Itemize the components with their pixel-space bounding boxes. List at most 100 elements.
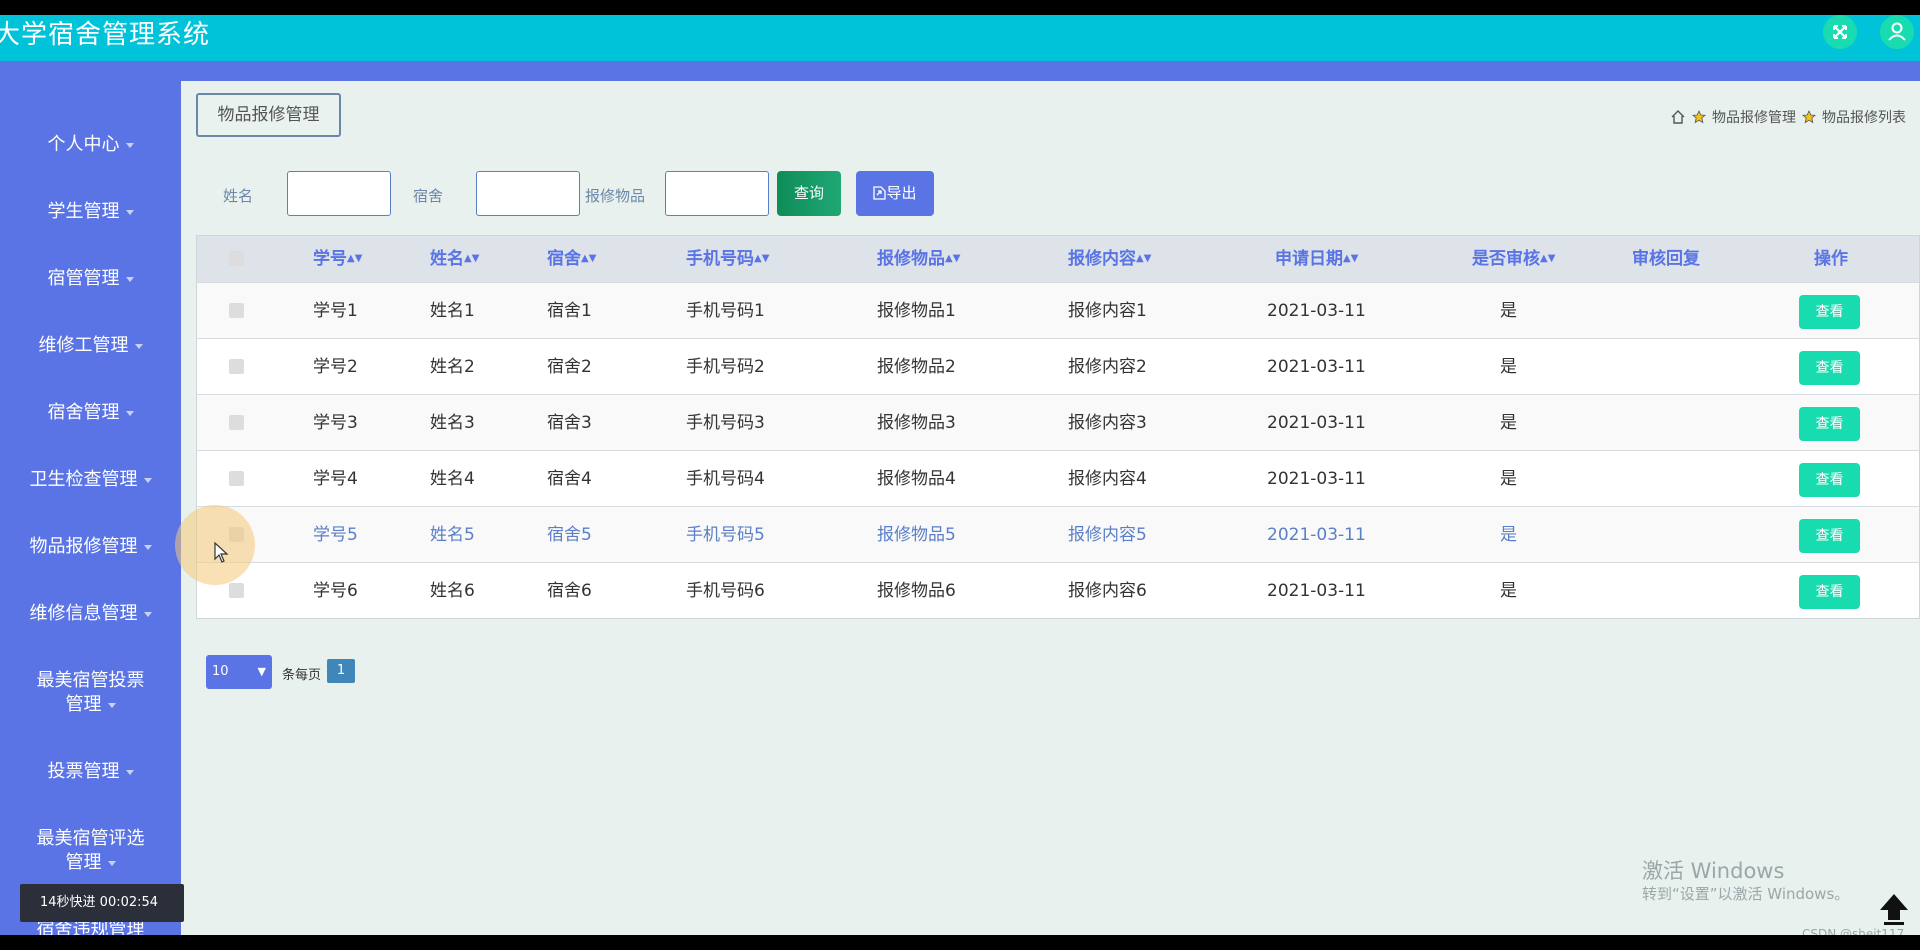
cell-phone: 手机号码1 <box>686 301 765 321</box>
breadcrumb-item[interactable]: 物品报修管理 <box>1712 107 1796 127</box>
app-window: 大学宿舍管理系统 个人中心 学生管理 宿管管理 维修工管理 宿舍管理 卫生检查管… <box>0 15 1920 935</box>
sidebar-item-label: 最美宿管投票管理 <box>36 670 145 715</box>
caret-down-icon <box>125 769 134 775</box>
view-button[interactable]: 查看 <box>1799 519 1860 553</box>
caret-down-icon <box>143 544 152 550</box>
page-number-button[interactable]: 1 <box>327 659 355 683</box>
cell-id: 学号6 <box>313 581 358 601</box>
sidebar-item-best-supervisor-vote[interactable]: 最美宿管投票管理 <box>0 669 181 717</box>
export-label: 导出 <box>886 184 917 202</box>
table-row[interactable]: 学号2 姓名2 宿舍2 手机号码2 报修物品2 报修内容2 2021-03-11… <box>197 338 1919 394</box>
row-checkbox[interactable] <box>229 583 244 598</box>
cell-approved: 是 <box>1500 581 1517 601</box>
row-checkbox[interactable] <box>229 415 244 430</box>
col-header-content[interactable]: 报修内容▲▼ <box>1068 236 1151 282</box>
cell-name: 姓名2 <box>430 357 475 377</box>
activation-watermark-sub: 转到“设置”以激活 Windows。 <box>1642 885 1850 903</box>
caret-down-icon <box>134 343 143 349</box>
top-header: 大学宿舍管理系统 <box>0 15 1920 61</box>
cell-approved: 是 <box>1500 413 1517 433</box>
cell-name: 姓名3 <box>430 413 475 433</box>
cell-name: 姓名5 <box>430 525 475 545</box>
cell-item: 报修物品2 <box>877 357 956 377</box>
item-filter-label: 报修物品 <box>585 187 646 205</box>
row-checkbox[interactable] <box>229 303 244 318</box>
page-size-select[interactable]: 10 ▼ <box>206 655 272 689</box>
view-button[interactable]: 查看 <box>1799 295 1860 329</box>
view-button[interactable]: 查看 <box>1799 463 1860 497</box>
row-checkbox[interactable] <box>229 359 244 374</box>
fullscreen-icon[interactable] <box>1823 15 1857 49</box>
header-subbar <box>0 61 1920 81</box>
user-icon[interactable] <box>1880 15 1914 49</box>
cell-content: 报修内容3 <box>1068 413 1147 433</box>
sidebar-item-repairmen[interactable]: 维修工管理 <box>0 334 181 358</box>
view-button[interactable]: 查看 <box>1799 575 1860 609</box>
cell-item: 报修物品4 <box>877 469 956 489</box>
caret-down-icon <box>125 410 134 416</box>
name-filter-input[interactable] <box>287 171 391 216</box>
cell-id: 学号5 <box>313 525 358 545</box>
table-row-hovered[interactable]: 学号5 姓名5 宿舍5 手机号码5 报修物品5 报修内容5 2021-03-11… <box>197 506 1919 562</box>
dorm-filter-label: 宿舍 <box>413 187 444 205</box>
sidebar-item-supervisors[interactable]: 宿管管理 <box>0 267 181 291</box>
view-button[interactable]: 查看 <box>1799 407 1860 441</box>
per-page-label: 条每页 <box>282 668 322 683</box>
table-row[interactable]: 学号1 姓名1 宿舍1 手机号码1 报修物品1 报修内容1 2021-03-11… <box>197 282 1919 338</box>
col-header-dorm[interactable]: 宿舍▲▼ <box>547 236 596 282</box>
sidebar-item-label: 卫生检查管理 <box>29 469 138 490</box>
dorm-filter-input[interactable] <box>476 171 580 216</box>
scroll-top-icon[interactable] <box>1876 890 1912 926</box>
sidebar-item-label: 物品报修管理 <box>29 536 138 557</box>
cell-content: 报修内容4 <box>1068 469 1147 489</box>
sidebar-item-label: 维修信息管理 <box>29 603 138 624</box>
star-icon <box>1692 110 1706 124</box>
col-header-approved[interactable]: 是否审核▲▼ <box>1472 236 1555 282</box>
cell-phone: 手机号码3 <box>686 413 765 433</box>
repair-table: 学号▲▼ 姓名▲▼ 宿舍▲▼ 手机号码▲▼ 报修物品▲▼ 报修内容▲▼ 申请日期… <box>196 235 1920 619</box>
cell-name: 姓名1 <box>430 301 475 321</box>
table-row[interactable]: 学号4 姓名4 宿舍4 手机号码4 报修物品4 报修内容4 2021-03-11… <box>197 450 1919 506</box>
cell-date: 2021-03-11 <box>1267 301 1366 321</box>
sidebar-item-students[interactable]: 学生管理 <box>0 200 181 224</box>
cell-date: 2021-03-11 <box>1267 525 1366 545</box>
table-row[interactable]: 学号6 姓名6 宿舍6 手机号码6 报修物品6 报修内容6 2021-03-11… <box>197 562 1919 618</box>
sidebar-item-hygiene[interactable]: 卫生检查管理 <box>0 468 181 492</box>
sidebar-item-label: 维修工管理 <box>38 335 129 356</box>
cell-date: 2021-03-11 <box>1267 413 1366 433</box>
col-header-phone[interactable]: 手机号码▲▼ <box>686 236 769 282</box>
export-button[interactable]: 导出 <box>856 171 934 216</box>
col-header-date[interactable]: 申请日期▲▼ <box>1275 236 1358 282</box>
cell-approved: 是 <box>1500 525 1517 545</box>
row-checkbox[interactable] <box>229 471 244 486</box>
home-icon[interactable] <box>1670 109 1686 125</box>
table-row[interactable]: 学号3 姓名3 宿舍3 手机号码3 报修物品3 报修内容3 2021-03-11… <box>197 394 1919 450</box>
sidebar: 个人中心 学生管理 宿管管理 维修工管理 宿舍管理 卫生检查管理 物品报修管理 … <box>0 81 181 935</box>
sidebar-item-dorms[interactable]: 宿舍管理 <box>0 401 181 425</box>
cell-content: 报修内容5 <box>1068 525 1147 545</box>
sidebar-item-votes[interactable]: 投票管理 <box>0 760 181 784</box>
query-button[interactable]: 查询 <box>777 171 841 216</box>
sidebar-item-repair-info[interactable]: 维修信息管理 <box>0 602 181 626</box>
cell-phone: 手机号码2 <box>686 357 765 377</box>
star-icon <box>1802 110 1816 124</box>
page-title-tab[interactable]: 物品报修管理 <box>196 93 341 137</box>
cell-id: 学号1 <box>313 301 358 321</box>
sidebar-item-repair-requests[interactable]: 物品报修管理 <box>0 535 181 559</box>
select-all-checkbox[interactable] <box>229 251 244 266</box>
col-header-id[interactable]: 学号▲▼ <box>313 236 362 282</box>
cell-content: 报修内容6 <box>1068 581 1147 601</box>
sidebar-item-label: 个人中心 <box>47 134 120 155</box>
mouse-cursor-icon <box>214 542 229 563</box>
cell-date: 2021-03-11 <box>1267 357 1366 377</box>
item-filter-input[interactable] <box>665 171 769 216</box>
cell-id: 学号2 <box>313 357 358 377</box>
view-button[interactable]: 查看 <box>1799 351 1860 385</box>
sidebar-item-personal-center[interactable]: 个人中心 <box>0 133 181 157</box>
sidebar-item-best-supervisor-selection[interactable]: 最美宿管评选管理 <box>0 827 181 875</box>
col-header-item[interactable]: 报修物品▲▼ <box>877 236 960 282</box>
col-header-name[interactable]: 姓名▲▼ <box>430 236 479 282</box>
page-size-value: 10 <box>212 664 229 679</box>
breadcrumb: 物品报修管理 物品报修列表 <box>1670 107 1906 127</box>
sidebar-item-label: 最美宿管评选管理 <box>36 828 145 873</box>
